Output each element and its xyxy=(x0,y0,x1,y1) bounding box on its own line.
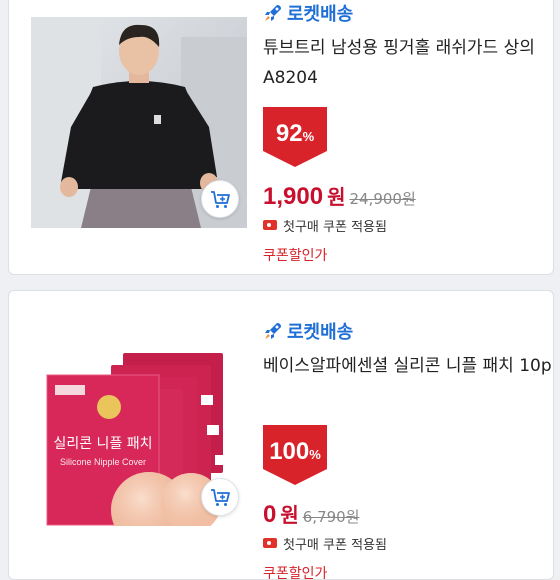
discount-percent: 92 xyxy=(275,120,303,147)
delivery-label: 로켓배송 xyxy=(287,4,354,24)
sale-price: 0 xyxy=(263,501,277,528)
product-image[interactable]: 실리콘 니플 패치 Silicone Nipple Cover 2ea xyxy=(31,315,247,526)
rocket-icon xyxy=(265,323,281,339)
original-price: 24,900원 xyxy=(349,190,416,208)
currency-label: 원 xyxy=(327,185,346,209)
product-card[interactable]: 실리콘 니플 패치 Silicone Nipple Cover 2ea xyxy=(8,290,554,580)
product-info: 로켓배송 튜브트리 남성용 핑거홀 래쉬가드 상의 A8204 92% 1,90… xyxy=(263,1,553,265)
product-image[interactable] xyxy=(31,17,247,228)
coupon-discount-label: 쿠폰할인가 xyxy=(263,248,328,264)
coupon-icon xyxy=(263,220,277,230)
coupon-text: 첫구매 쿠폰 적용됨 xyxy=(283,219,387,235)
sale-price: 1,900 xyxy=(263,183,324,210)
product-title[interactable]: 튜브트리 남성용 핑거홀 래쉬가드 상의 A8204 xyxy=(263,33,553,93)
rocket-delivery-badge: 로켓배송 xyxy=(263,1,553,25)
original-price: 6,790원 xyxy=(302,508,360,526)
cart-plus-icon xyxy=(211,489,230,506)
coupon-icon xyxy=(263,538,277,548)
add-to-cart-button[interactable] xyxy=(201,180,239,218)
coupon-text: 첫구매 쿠폰 적용됨 xyxy=(283,537,387,553)
rocket-delivery-badge: 로켓배송 xyxy=(263,319,553,343)
add-to-cart-button[interactable] xyxy=(201,478,239,516)
discount-percent: 100 xyxy=(269,438,310,465)
price-row: 1,900 원 24,900원 xyxy=(263,181,553,211)
product-title[interactable]: 베이스알파에센셜 실리콘 니플 패치 10p xyxy=(263,351,553,411)
discount-unit: % xyxy=(302,129,315,144)
currency-label: 원 xyxy=(280,503,299,527)
discount-badge: 100% xyxy=(263,425,327,485)
delivery-label: 로켓배송 xyxy=(287,322,354,342)
coupon-info: 첫구매 쿠폰 적용됨 xyxy=(263,533,553,553)
discount-badge: 92% xyxy=(263,107,327,167)
cart-plus-icon xyxy=(211,191,230,208)
package-sublabel: Silicone Nipple Cover xyxy=(60,457,146,467)
package-label: 실리콘 니플 패치 xyxy=(53,436,152,452)
price-row: 0 원 6,790원 xyxy=(263,499,553,529)
product-card[interactable]: 로켓배송 튜브트리 남성용 핑거홀 래쉬가드 상의 A8204 92% 1,90… xyxy=(8,0,554,275)
product-info: 로켓배송 베이스알파에센셜 실리콘 니플 패치 10p 100% 0 원 6,7… xyxy=(263,319,553,580)
coupon-info: 첫구매 쿠폰 적용됨 xyxy=(263,215,553,235)
coupon-discount-label: 쿠폰할인가 xyxy=(263,566,328,580)
discount-unit: % xyxy=(309,447,321,462)
rocket-icon xyxy=(265,5,281,21)
